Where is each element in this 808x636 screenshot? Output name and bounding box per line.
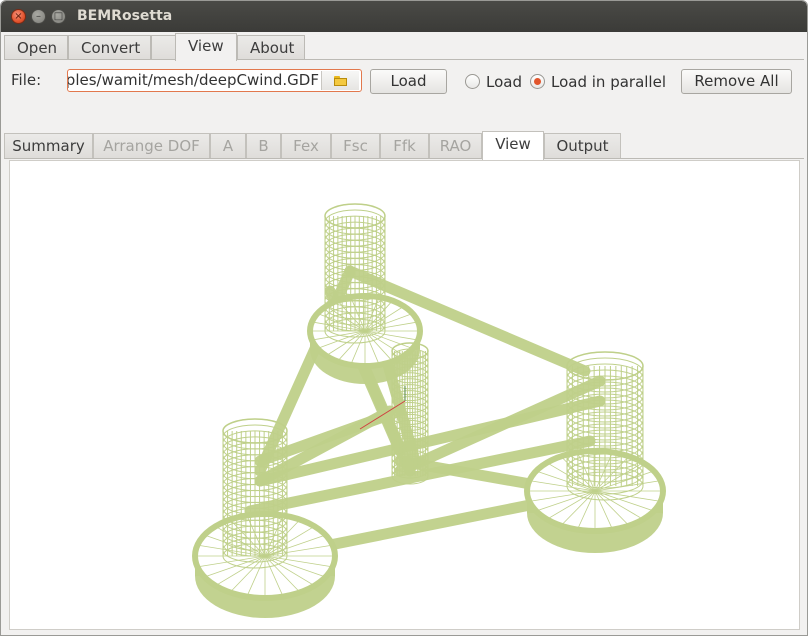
close-window-button[interactable]: ×: [11, 9, 26, 24]
remove-all-button[interactable]: Remove All: [681, 69, 792, 94]
tab-open[interactable]: Open: [4, 35, 68, 60]
app-window: × – □ BEMRosetta Open Convert View About…: [0, 0, 808, 636]
tab-output[interactable]: Output: [544, 133, 621, 159]
radio-load[interactable]: [465, 74, 480, 89]
radio-load-label[interactable]: Load: [486, 73, 522, 91]
tab-blank[interactable]: [151, 35, 177, 60]
minimize-window-button[interactable]: –: [31, 9, 46, 24]
results-tab-divider: [4, 158, 804, 159]
load-button[interactable]: Load: [370, 69, 447, 94]
tab-a[interactable]: A: [210, 133, 246, 159]
results-tab-bar: Summary Arrange DOF A B Fex Fsc Ffk RAO …: [4, 131, 804, 160]
folder-icon: [334, 75, 347, 86]
file-path-input[interactable]: nples/wamit/mesh/deepCwind.GDF: [67, 69, 362, 92]
tab-arrange-dof[interactable]: Arrange DOF: [93, 133, 210, 159]
title-bar: × – □ BEMRosetta: [1, 1, 807, 32]
radio-load-parallel[interactable]: [530, 74, 545, 89]
file-path-value: nples/wamit/mesh/deepCwind.GDF: [67, 71, 319, 89]
mesh-wireframe: [192, 203, 666, 618]
tab-about[interactable]: About: [237, 35, 305, 60]
radio-load-parallel-label[interactable]: Load in parallel: [551, 73, 666, 91]
tab-b[interactable]: B: [246, 133, 281, 159]
tab-view[interactable]: View: [175, 33, 237, 61]
file-label: File:: [11, 71, 42, 89]
tab-view-3d[interactable]: View: [482, 131, 544, 160]
menu-tab-divider: [4, 59, 804, 60]
tab-fex[interactable]: Fex: [281, 133, 331, 159]
tab-rao[interactable]: RAO: [429, 133, 482, 159]
menu-tab-bar: Open Convert View About: [4, 33, 804, 61]
tab-ffk[interactable]: Ffk: [380, 133, 429, 159]
tab-convert[interactable]: Convert: [68, 35, 151, 60]
tab-fsc[interactable]: Fsc: [331, 133, 380, 159]
window-title: BEMRosetta: [77, 8, 173, 24]
3d-viewport[interactable]: [9, 160, 800, 630]
tab-summary[interactable]: Summary: [4, 133, 93, 159]
browse-folder-button[interactable]: [321, 71, 359, 90]
maximize-window-button[interactable]: □: [51, 9, 66, 24]
